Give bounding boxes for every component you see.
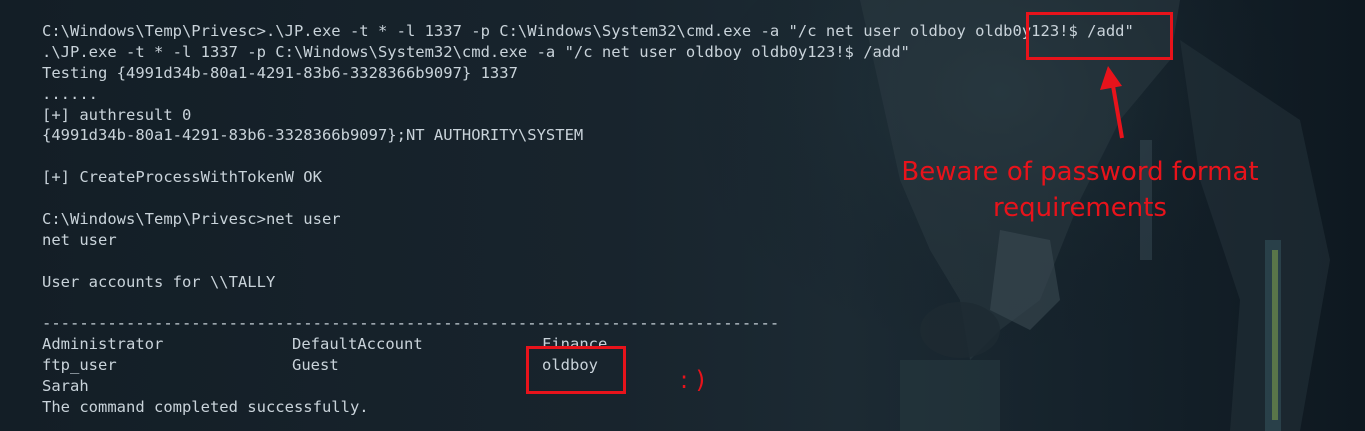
- terminal-line: User accounts for \\TALLY: [42, 272, 276, 291]
- terminal-line: C:\Windows\Temp\Privesc>.\JP.exe -t * -l…: [42, 22, 1134, 40]
- user-account-name: Guest: [292, 356, 339, 375]
- user-account-name: DefaultAccount: [292, 335, 423, 354]
- user-account-name: Administrator: [42, 335, 164, 354]
- terminal-line: net user: [42, 230, 117, 249]
- smiley-annotation: : ): [680, 366, 706, 394]
- terminal-line: {4991d34b-80a1-4291-83b6-3328366b9097};N…: [42, 126, 584, 145]
- password-warning-annotation: Beware of password format requirements: [880, 154, 1280, 226]
- new-user-highlight-box: [526, 346, 626, 394]
- terminal-line: .\JP.exe -t * -l 1337 -p C:\Windows\Syst…: [42, 42, 910, 61]
- warning-text-line-1: Beware of password format: [901, 157, 1259, 187]
- terminal-line: Testing {4991d34b-80a1-4291-83b6-3328366…: [42, 63, 518, 82]
- user-account-name: ftp_user: [42, 356, 117, 375]
- separator-line: ----------------------------------------…: [42, 314, 780, 333]
- warning-text-line-2: requirements: [993, 193, 1167, 223]
- arrow-up-icon: [1100, 66, 1124, 139]
- password-highlight-box: [1026, 12, 1173, 60]
- terminal-window[interactable]: C:\Windows\Temp\Privesc>.\JP.exe -t * -l…: [0, 0, 1365, 431]
- terminal-line: ......: [42, 84, 98, 103]
- terminal-line: [+] authresult 0: [42, 105, 192, 124]
- command-result-line: The command completed successfully.: [42, 398, 369, 417]
- user-account-name: Sarah: [42, 377, 89, 396]
